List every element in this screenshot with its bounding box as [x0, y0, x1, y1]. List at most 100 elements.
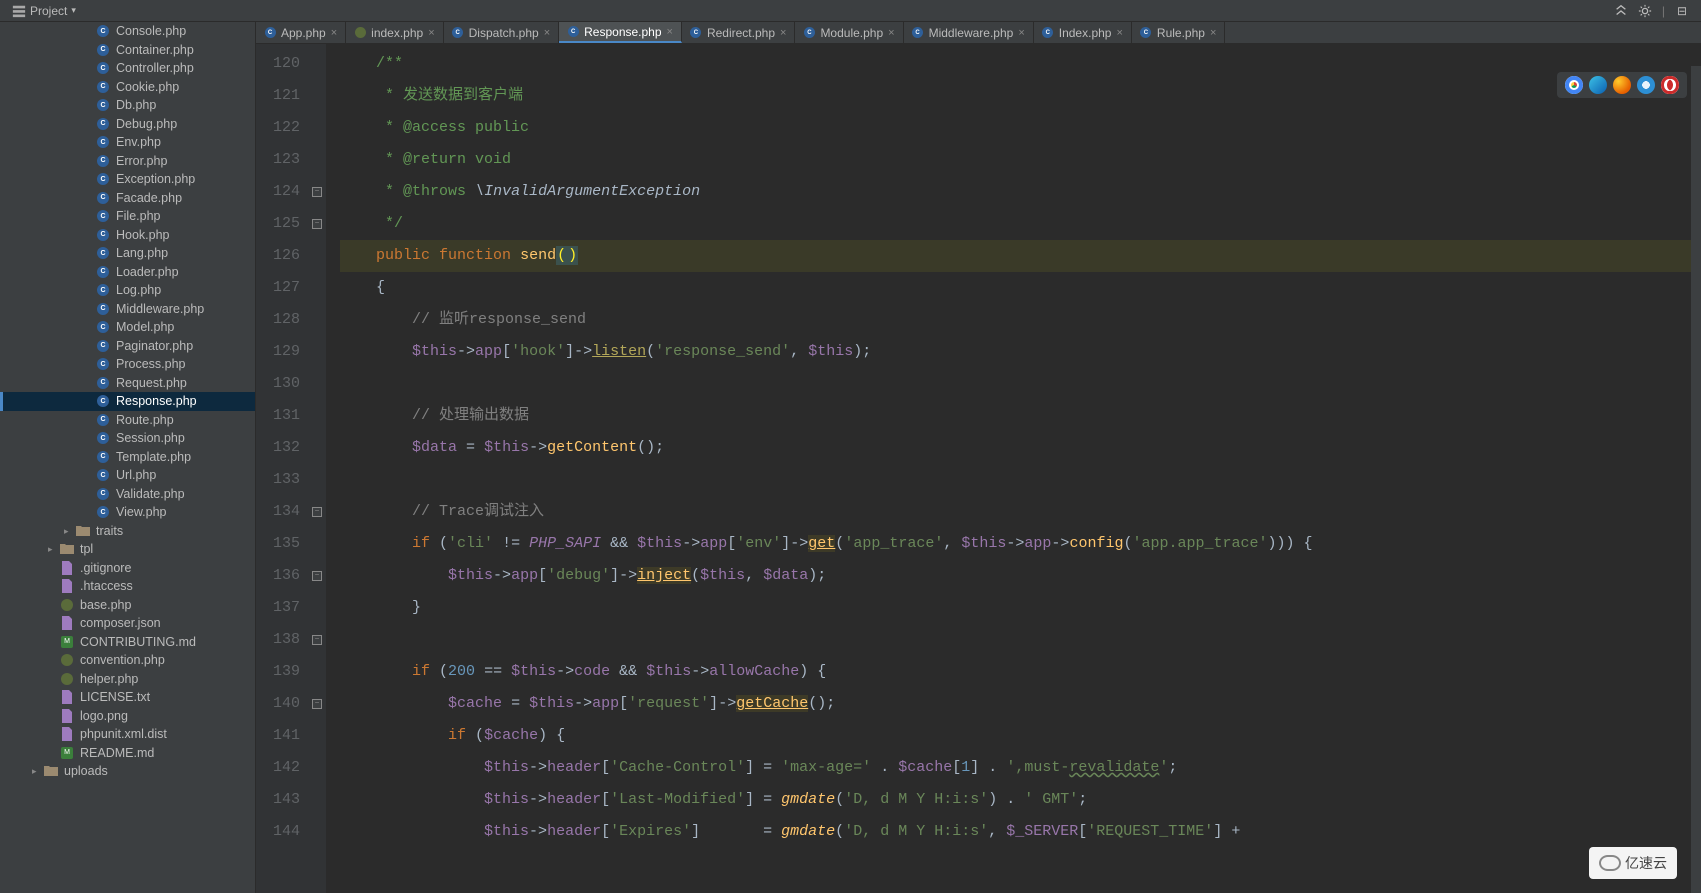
editor-tab[interactable]: CRule.php×	[1132, 22, 1225, 43]
editor-tab[interactable]: index.php×	[346, 22, 443, 43]
close-icon[interactable]: ×	[667, 26, 673, 38]
fold-marker[interactable]	[308, 432, 326, 464]
tree-file[interactable]: CCookie.php	[0, 78, 255, 97]
tree-file[interactable]: CDebug.php	[0, 115, 255, 134]
close-icon[interactable]: ×	[331, 27, 337, 39]
code-line[interactable]: if ('cli' != PHP_SAPI && $this->app['env…	[340, 528, 1701, 560]
fold-marker[interactable]	[308, 368, 326, 400]
tree-file[interactable]: CRequest.php	[0, 374, 255, 393]
tree-folder[interactable]: ▸traits	[0, 522, 255, 541]
close-icon[interactable]: ×	[544, 27, 550, 39]
code-line[interactable]: $cache = $this->app['request']->getCache…	[340, 688, 1701, 720]
project-dropdown-button[interactable]: Project ▾	[6, 2, 82, 20]
tree-file[interactable]: CException.php	[0, 170, 255, 189]
tree-file[interactable]: CLog.php	[0, 281, 255, 300]
tree-file[interactable]: CUrl.php	[0, 466, 255, 485]
code-line[interactable]: * @throws \InvalidArgumentException	[340, 176, 1701, 208]
tree-file[interactable]: CFile.php	[0, 207, 255, 226]
tree-file[interactable]: CError.php	[0, 152, 255, 171]
chevron-right-icon[interactable]: ▸	[32, 766, 42, 776]
chrome-icon[interactable]	[1565, 76, 1583, 94]
code-line[interactable]: public function send()	[340, 240, 1701, 272]
fold-marker[interactable]: −	[308, 688, 326, 720]
tree-file[interactable]: MREADME.md	[0, 744, 255, 763]
code-line[interactable]	[340, 368, 1701, 400]
fold-marker[interactable]: −	[308, 176, 326, 208]
fold-marker[interactable]	[308, 720, 326, 752]
tree-file[interactable]: LICENSE.txt	[0, 688, 255, 707]
fold-marker[interactable]	[308, 464, 326, 496]
fold-marker[interactable]	[308, 112, 326, 144]
tree-file[interactable]: CController.php	[0, 59, 255, 78]
tree-file[interactable]: MCONTRIBUTING.md	[0, 633, 255, 652]
code-line[interactable]: /**	[340, 48, 1701, 80]
editor-tab[interactable]: CModule.php×	[795, 22, 903, 43]
tree-file[interactable]: CHook.php	[0, 226, 255, 245]
code-line[interactable]: // 处理输出数据	[340, 400, 1701, 432]
fold-marker[interactable]	[308, 752, 326, 784]
tree-file[interactable]: CConsole.php	[0, 22, 255, 41]
fold-marker[interactable]: −	[308, 624, 326, 656]
fold-minus-icon[interactable]: −	[312, 507, 322, 517]
fold-marker[interactable]	[308, 336, 326, 368]
editor-tab[interactable]: CRedirect.php×	[682, 22, 795, 43]
code-line[interactable]	[340, 464, 1701, 496]
tree-file[interactable]: composer.json	[0, 614, 255, 633]
code-line[interactable]: if (200 == $this->code && $this->allowCa…	[340, 656, 1701, 688]
fold-minus-icon[interactable]: −	[312, 219, 322, 229]
fold-marker[interactable]	[308, 816, 326, 848]
tree-file[interactable]: CLoader.php	[0, 263, 255, 282]
fold-minus-icon[interactable]: −	[312, 635, 322, 645]
opera-icon[interactable]	[1661, 76, 1679, 94]
code-line[interactable]	[340, 624, 1701, 656]
fold-marker[interactable]	[308, 784, 326, 816]
fold-minus-icon[interactable]: −	[312, 699, 322, 709]
tree-file[interactable]: helper.php	[0, 670, 255, 689]
tree-file[interactable]: phpunit.xml.dist	[0, 725, 255, 744]
tree-file[interactable]: CProcess.php	[0, 355, 255, 374]
tree-file[interactable]: .gitignore	[0, 559, 255, 578]
editor-body[interactable]: 1201211221231241251261271281291301311321…	[256, 44, 1701, 893]
tree-file[interactable]: CDb.php	[0, 96, 255, 115]
project-sidebar[interactable]: CConsole.phpCContainer.phpCController.ph…	[0, 22, 256, 893]
fold-marker[interactable]	[308, 272, 326, 304]
tree-file[interactable]: CContainer.php	[0, 41, 255, 60]
close-icon[interactable]: ×	[1210, 27, 1216, 39]
close-icon[interactable]: ×	[1116, 27, 1122, 39]
gear-icon[interactable]	[1638, 4, 1652, 18]
fold-minus-icon[interactable]: −	[312, 187, 322, 197]
tree-file[interactable]: convention.php	[0, 651, 255, 670]
tree-file[interactable]: CLang.php	[0, 244, 255, 263]
code-content[interactable]: /** * 发送数据到客户端 * @access public * @retur…	[326, 44, 1701, 893]
fold-marker[interactable]	[308, 144, 326, 176]
tree-file[interactable]: CValidate.php	[0, 485, 255, 504]
editor-tab[interactable]: CIndex.php×	[1034, 22, 1132, 43]
fold-marker[interactable]: −	[308, 560, 326, 592]
close-icon[interactable]: ×	[428, 27, 434, 39]
code-line[interactable]: $this->app['debug']->inject($this, $data…	[340, 560, 1701, 592]
code-line[interactable]: // Trace调试注入	[340, 496, 1701, 528]
fold-marker[interactable]: −	[308, 496, 326, 528]
firefox-icon[interactable]	[1613, 76, 1631, 94]
code-line[interactable]: $data = $this->getContent();	[340, 432, 1701, 464]
code-line[interactable]: * @access public	[340, 112, 1701, 144]
code-line[interactable]: * @return void	[340, 144, 1701, 176]
fold-marker[interactable]	[308, 656, 326, 688]
chevron-right-icon[interactable]: ▸	[64, 526, 74, 536]
editor-tab[interactable]: CResponse.php×	[559, 22, 682, 43]
tree-file[interactable]: CSession.php	[0, 429, 255, 448]
code-line[interactable]: */	[340, 208, 1701, 240]
tree-file[interactable]: CView.php	[0, 503, 255, 522]
code-line[interactable]: $this->header['Expires'] = gmdate('D, d …	[340, 816, 1701, 848]
editor-tab[interactable]: CApp.php×	[256, 22, 346, 43]
tree-file[interactable]: logo.png	[0, 707, 255, 726]
tree-file[interactable]: base.php	[0, 596, 255, 615]
code-line[interactable]: }	[340, 592, 1701, 624]
chevron-right-icon[interactable]: ▸	[48, 544, 58, 554]
code-line[interactable]: // 监听response_send	[340, 304, 1701, 336]
collapse-all-icon[interactable]	[1614, 4, 1628, 18]
close-icon[interactable]: ×	[780, 27, 786, 39]
close-icon[interactable]: ×	[888, 27, 894, 39]
code-line[interactable]: $this->header['Last-Modified'] = gmdate(…	[340, 784, 1701, 816]
editor-tab[interactable]: CMiddleware.php×	[904, 22, 1034, 43]
